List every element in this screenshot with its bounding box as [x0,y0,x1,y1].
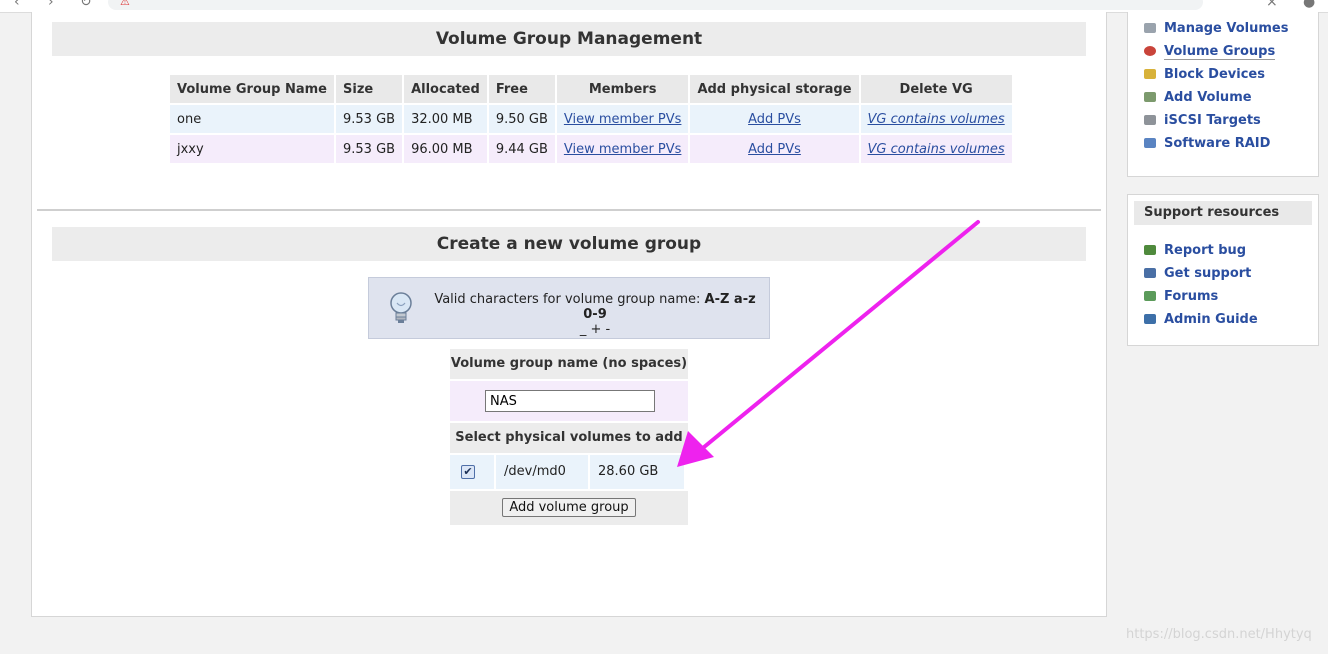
lightbulb-icon [390,292,412,323]
reload-icon[interactable]: ↻ [80,0,92,10]
book-icon [1144,314,1156,324]
vg-name-row [450,381,688,421]
sidebar-item-volume-groups[interactable]: Volume Groups [1128,40,1318,63]
iscsi-icon [1144,115,1156,125]
sidebar-item-label: Manage Volumes [1164,21,1289,36]
vg-name-cell: one [170,105,334,133]
drive-icon [1144,23,1156,33]
back-icon[interactable]: ‹ [14,0,20,10]
sidebar-item-label: Report bug [1164,243,1247,258]
profile-icon[interactable]: ● [1303,0,1315,10]
col-delete-vg: Delete VG [860,75,1012,103]
not-secure-icon: ⚠ [120,0,130,8]
vg-contains-volumes-link[interactable]: VG contains volumes [868,112,1005,127]
vg-size-cell: 9.53 GB [336,135,403,163]
bug-icon [1144,245,1156,255]
vg-size-cell: 9.53 GB [336,105,403,133]
col-vg-name: Volume Group Name [170,75,334,103]
sidebar-item-software-raid[interactable]: Software RAID [1128,132,1318,155]
create-vg-form: Volume group name (no spaces) Select phy… [450,349,688,525]
raid-icon [1144,138,1156,148]
add-volume-group-button[interactable]: Add volume group [502,498,636,517]
view-member-pvs-link[interactable]: View member PVs [564,112,682,127]
vg-name-cell: jxxy [170,135,334,163]
sidebar-item-manage-volumes[interactable]: Manage Volumes [1128,17,1318,40]
support-sidebar: Support resources Report bug Get support… [1127,194,1319,346]
create-vg-title: Create a new volume group [52,227,1086,261]
vg-management-title: Volume Group Management [52,22,1086,56]
select-pvs-label: Select physical volumes to add [450,423,688,453]
add-pvs-link[interactable]: Add PVs [748,112,801,127]
add-pvs-link[interactable]: Add PVs [748,142,801,157]
sidebar-item-add-volume[interactable]: Add Volume [1128,86,1318,109]
col-add-storage: Add physical storage [690,75,859,103]
support-icon [1144,268,1156,278]
info-prefix: Valid characters for volume group name: [434,292,705,307]
pv-row: ✔ /dev/md0 28.60 GB [450,455,688,489]
info-message: Valid characters for volume group name: … [425,292,765,337]
vg-allocated-cell: 96.00 MB [404,135,487,163]
info-valid-chars-extra: _ + - [579,322,611,337]
add-pvs-cell: Add PVs [690,105,859,133]
forward-icon[interactable]: › [48,0,54,10]
sidebar-item-label: Forums [1164,289,1219,304]
delete-vg-cell: VG contains volumes [860,105,1012,133]
col-free: Free [488,75,555,103]
sidebar-item-block-devices[interactable]: Block Devices [1128,63,1318,86]
table-row: one 9.53 GB 32.00 MB 9.50 GB View member… [170,105,1012,133]
view-member-pvs-link[interactable]: View member PVs [564,142,682,157]
sidebar-item-label: Add Volume [1164,90,1252,105]
vg-contains-volumes-link[interactable]: VG contains volumes [868,142,1005,157]
volumes-sidebar: Manage Volumes Volume Groups Block Devic… [1127,12,1319,177]
sidebar-item-label: iSCSI Targets [1164,113,1261,128]
forums-icon [1144,291,1156,301]
sidebar-item-label: Volume Groups [1164,44,1276,60]
vg-name-input[interactable] [485,390,655,412]
table-header-row: Volume Group Name Size Allocated Free Me… [170,75,1012,103]
support-menu: Report bug Get support Forums Admin Guid… [1128,239,1318,331]
table-row: jxxy 9.53 GB 96.00 MB 9.44 GB View membe… [170,135,1012,163]
pv-device: /dev/md0 [496,455,588,489]
vg-allocated-cell: 32.00 MB [404,105,487,133]
pv-size: 28.60 GB [590,455,684,489]
col-members: Members [556,75,689,103]
sidebar-item-iscsi-targets[interactable]: iSCSI Targets [1128,109,1318,132]
delete-vg-cell: VG contains volumes [860,135,1012,163]
submit-row: Add volume group [450,491,688,525]
block-devices-icon [1144,69,1156,79]
info-box: Valid characters for volume group name: … [368,277,770,339]
vg-free-cell: 9.44 GB [488,135,555,163]
members-cell: View member PVs [556,105,689,133]
volume-group-table: Volume Group Name Size Allocated Free Me… [168,73,1014,165]
col-size: Size [336,75,403,103]
sidebar-item-label: Software RAID [1164,136,1271,151]
volumes-menu: Manage Volumes Volume Groups Block Devic… [1128,17,1318,155]
address-bar[interactable] [108,0,1203,10]
vg-free-cell: 9.50 GB [488,105,555,133]
section-divider [37,209,1101,211]
sidebar-item-admin-guide[interactable]: Admin Guide [1128,308,1318,331]
sidebar-item-forums[interactable]: Forums [1128,285,1318,308]
sidebar-item-get-support[interactable]: Get support [1128,262,1318,285]
sidebar-item-label: Admin Guide [1164,312,1258,327]
main-panel: Volume Group Management Volume Group Nam… [31,12,1107,617]
vg-name-label: Volume group name (no spaces) [450,349,688,379]
col-allocated: Allocated [404,75,487,103]
pv-checkbox[interactable]: ✔ [461,465,475,479]
close-tab-icon[interactable]: × [1266,0,1278,10]
add-volume-icon [1144,92,1156,102]
sidebar-item-report-bug[interactable]: Report bug [1128,239,1318,262]
watermark: https://blog.csdn.net/Hhytyq [1126,627,1312,642]
volume-groups-icon [1144,46,1156,56]
support-title: Support resources [1134,201,1312,225]
sidebar-item-label: Block Devices [1164,67,1265,82]
add-pvs-cell: Add PVs [690,135,859,163]
members-cell: View member PVs [556,135,689,163]
pv-checkbox-cell: ✔ [450,455,494,489]
sidebar-item-label: Get support [1164,266,1252,281]
